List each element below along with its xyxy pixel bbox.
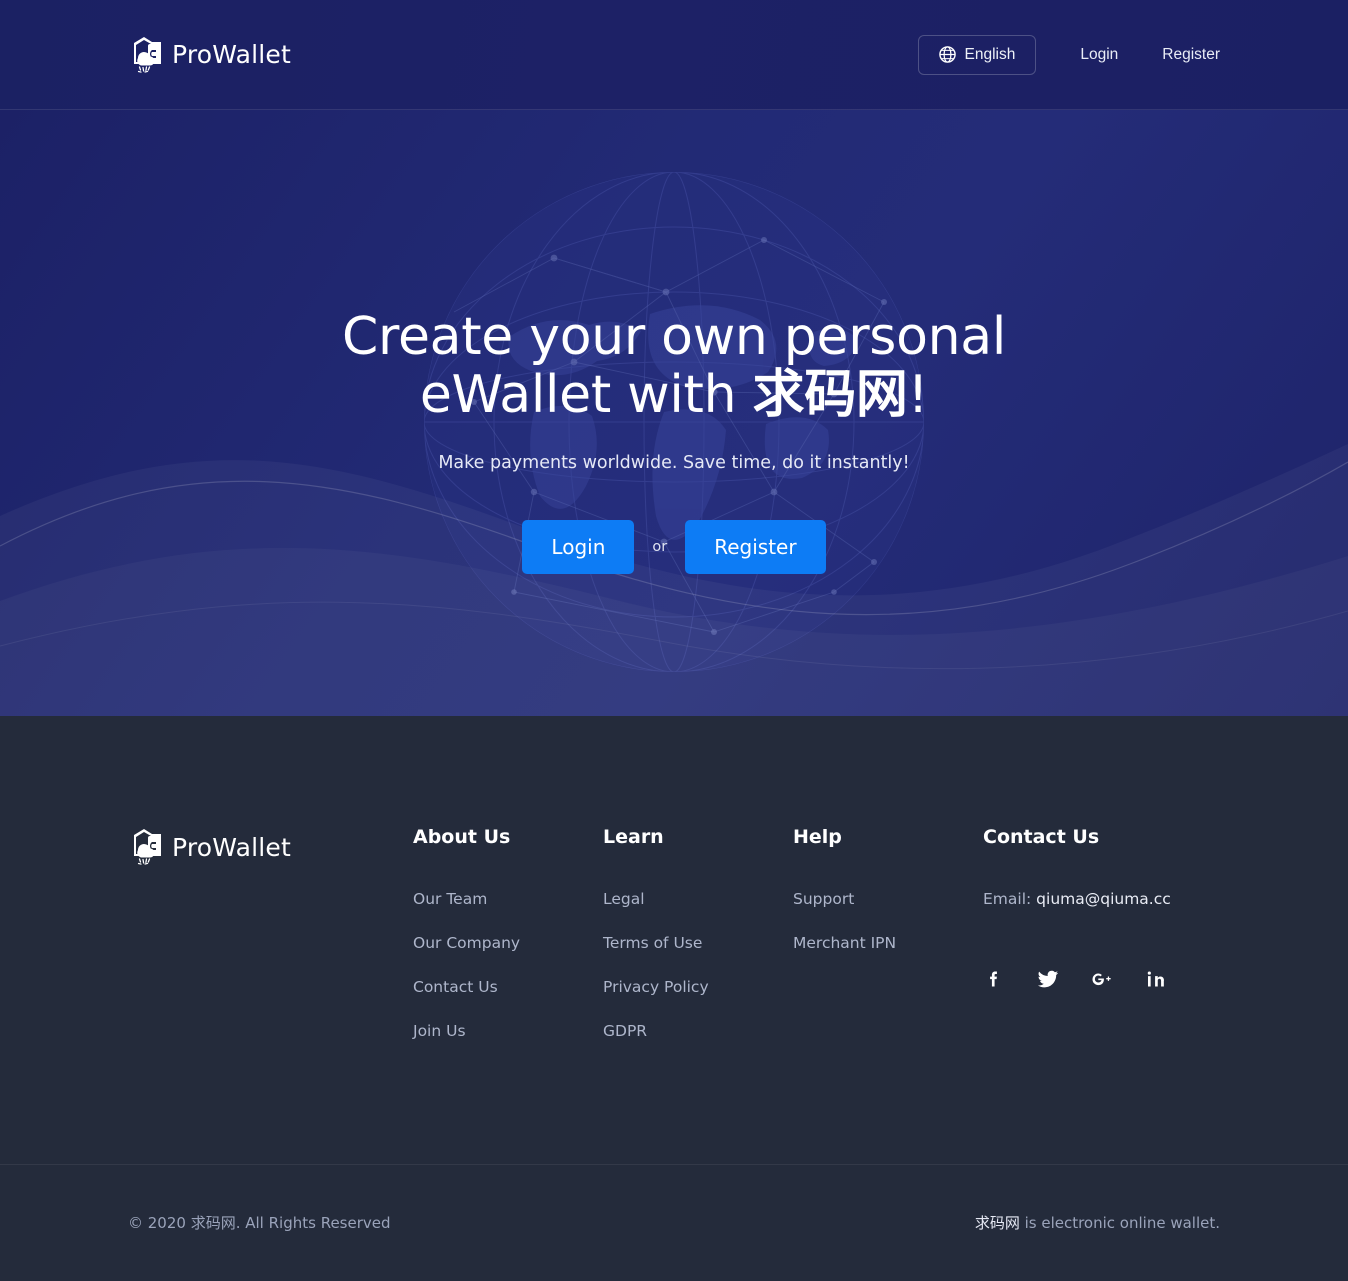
hero-content: Create your own personal eWallet with 求码… xyxy=(0,110,1348,575)
language-selector-button[interactable]: English xyxy=(917,34,1037,75)
hero-register-button[interactable]: Register xyxy=(685,520,826,575)
footer-link-merchant-ipn[interactable]: Merchant IPN xyxy=(793,934,983,952)
hero-title-line1: Create your own personal xyxy=(342,307,1006,367)
language-label: English xyxy=(964,45,1016,63)
footer-heading-contact-us: Contact Us xyxy=(983,826,1100,848)
brand-logo[interactable]: ProWallet xyxy=(128,34,291,76)
footer-link-our-team[interactable]: Our Team xyxy=(413,890,603,908)
footer-link-legal[interactable]: Legal xyxy=(603,890,793,908)
header-login-link[interactable]: Login xyxy=(1080,36,1118,74)
footer-column-contact-us: Contact Us Email: qiuma@qiuma.cc xyxy=(983,826,1171,1066)
header-register-link[interactable]: Register xyxy=(1162,36,1220,74)
footer-tagline-brand: 求码网 xyxy=(974,1214,1020,1232)
footer-column-about-us: About Us Our Team Our Company Contact Us… xyxy=(413,826,603,1066)
header-nav: English Login Register xyxy=(917,34,1220,75)
hero-cta-group: Login or Register xyxy=(0,520,1348,575)
globe-icon xyxy=(938,46,956,63)
wallet-cloud-icon xyxy=(128,826,168,868)
footer-heading-help: Help xyxy=(793,826,842,848)
wallet-cloud-icon xyxy=(128,34,168,76)
footer-heading-about-us: About Us xyxy=(413,826,511,848)
footer-tagline: 求码网 is electronic online wallet. xyxy=(975,1212,1220,1233)
footer-brand-logo[interactable]: ProWallet xyxy=(128,826,413,868)
footer-link-join-us[interactable]: Join Us xyxy=(413,1022,603,1040)
footer-tagline-rest: is electronic online wallet. xyxy=(1019,1214,1220,1232)
linkedin-icon[interactable] xyxy=(1145,968,1167,990)
site-header: ProWallet English Login Register xyxy=(0,0,1348,110)
hero-title-brand-cn: 求码网 xyxy=(752,365,908,426)
footer-social-links xyxy=(983,968,1171,990)
footer-column-help: Help Support Merchant IPN xyxy=(793,826,983,1066)
footer-email-link[interactable]: qiuma@qiuma.cc xyxy=(1036,890,1171,908)
footer-link-support[interactable]: Support xyxy=(793,890,983,908)
footer-copyright: © 2020 求码网. All Rights Reserved xyxy=(128,1214,391,1232)
footer-link-terms-of-use[interactable]: Terms of Use xyxy=(603,934,793,952)
brand-name: ProWallet xyxy=(172,40,291,69)
hero-title-line2-prefix: eWallet with xyxy=(419,365,753,426)
footer-brand-column: ProWallet xyxy=(128,826,413,1066)
footer-link-gdpr[interactable]: GDPR xyxy=(603,1022,793,1040)
google-plus-icon[interactable] xyxy=(1091,968,1113,990)
hero-login-button[interactable]: Login xyxy=(522,520,635,575)
footer-heading-learn: Learn xyxy=(603,826,664,848)
hero-title: Create your own personal eWallet with 求码… xyxy=(0,308,1348,424)
hero-title-line2-suffix: ! xyxy=(907,365,929,426)
facebook-icon[interactable] xyxy=(983,968,1005,990)
footer-columns: ProWallet About Us Our Team Our Company … xyxy=(0,716,1348,1066)
footer-email-row: Email: qiuma@qiuma.cc xyxy=(983,890,1171,908)
footer-email-label: Email: xyxy=(983,890,1032,908)
footer-link-privacy-policy[interactable]: Privacy Policy xyxy=(603,978,793,996)
footer-link-contact-us[interactable]: Contact Us xyxy=(413,978,603,996)
site-footer: ProWallet About Us Our Team Our Company … xyxy=(0,716,1348,1281)
footer-link-our-company[interactable]: Our Company xyxy=(413,934,603,952)
hero-subtitle: Make payments worldwide. Save time, do i… xyxy=(438,453,910,474)
footer-column-learn: Learn Legal Terms of Use Privacy Policy … xyxy=(603,826,793,1066)
hero-or-label: or xyxy=(652,539,668,556)
footer-bottom-bar: © 2020 求码网. All Rights Reserved 求码网 is e… xyxy=(0,1164,1348,1281)
footer-brand-name: ProWallet xyxy=(172,832,291,862)
hero-section: Create your own personal eWallet with 求码… xyxy=(0,110,1348,716)
twitter-icon[interactable] xyxy=(1037,968,1059,990)
